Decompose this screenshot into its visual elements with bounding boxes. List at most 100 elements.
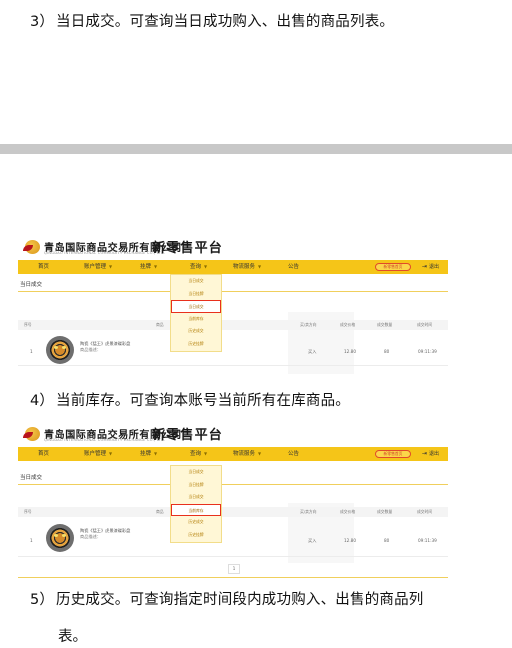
col-price: 成交价格 bbox=[340, 509, 356, 514]
row-index: 1 bbox=[30, 538, 33, 543]
nav-home[interactable]: 首页 bbox=[38, 260, 49, 274]
nav-notice[interactable]: 公告 bbox=[288, 447, 299, 461]
chevron-down-icon: ▼ bbox=[109, 451, 113, 456]
nav-listing-label: 挂牌 bbox=[140, 451, 152, 457]
col-seq: 序号 bbox=[24, 322, 32, 327]
menu-item-history-listings[interactable]: 历史挂牌 bbox=[171, 338, 221, 351]
nav-listing[interactable]: 挂牌 ▼ bbox=[140, 447, 157, 461]
paragraph-number: 5） bbox=[30, 592, 55, 608]
col-product: 商品 bbox=[156, 509, 164, 514]
company-logo-icon bbox=[23, 426, 41, 442]
col-qty: 成交数量 bbox=[377, 322, 393, 327]
trade-time: 09:11:39 bbox=[418, 349, 437, 354]
menu-item-today-listings[interactable]: 当日挂牌 bbox=[171, 479, 221, 492]
paragraph-4: 4） 当前库存。可查询本账号当前所有在库商品。 bbox=[30, 389, 350, 410]
trade-price: 12.80 bbox=[344, 349, 356, 354]
table-header: 序号 商品 买/卖方向 成交价格 成交数量 成交时间 bbox=[18, 320, 448, 330]
nav-account[interactable]: 账户管理 ▼ bbox=[84, 447, 112, 461]
nav-query[interactable]: 查询 ▼ bbox=[190, 447, 207, 461]
page-title: 当日成交 bbox=[20, 282, 43, 288]
nav-query-label: 查询 bbox=[190, 451, 202, 457]
logout-button[interactable]: ⇥ 退出 bbox=[422, 260, 439, 274]
company-name-en: QINGDAO INTERNATIONAL COMMODITY EXCHANGE… bbox=[44, 251, 166, 255]
company-logo-icon bbox=[23, 239, 41, 255]
screenshot-today-trades: 青岛国际商品交易所有限公司 QINGDAO INTERNATIONAL COMM… bbox=[18, 234, 448, 374]
retail-home-button[interactable]: 新零售首页 bbox=[375, 450, 411, 458]
chevron-down-icon: ▼ bbox=[204, 264, 208, 269]
menu-item-current-stock[interactable]: 当前库存 bbox=[171, 313, 221, 326]
logout-door-icon: ⇥ bbox=[422, 450, 428, 457]
col-qty: 成交数量 bbox=[377, 509, 393, 514]
platform-name: 新零售平台 bbox=[152, 428, 224, 443]
col-time: 成交时间 bbox=[417, 509, 433, 514]
main-nav: 首页 账户管理 ▼ 挂牌 ▼ 查询 ▼ 物流服务 ▼ 公告 新零售首页 ⇥ 退出 bbox=[18, 447, 448, 461]
nav-logistics-label: 物流服务 bbox=[233, 264, 256, 270]
col-seq: 序号 bbox=[24, 509, 32, 514]
site-header: 青岛国际商品交易所有限公司 QINGDAO INTERNATIONAL COMM… bbox=[18, 234, 448, 260]
menu-item-history-listings[interactable]: 历史挂牌 bbox=[171, 529, 221, 542]
heading-divider bbox=[18, 291, 448, 292]
table-row[interactable]: 1 陶瓷《猛王》虎景漆碟彩盘 商品描述： 买入 12.80 80 09:11:3… bbox=[18, 521, 448, 557]
col-price: 成交价格 bbox=[340, 322, 356, 327]
menu-item-current-stock-selected[interactable]: 当前库存 bbox=[171, 503, 221, 517]
menu-item-today-listings[interactable]: 当日挂牌 bbox=[171, 288, 221, 301]
chevron-down-icon: ▼ bbox=[154, 264, 158, 269]
menu-item-today-trades-2[interactable]: 当日成交 bbox=[171, 491, 221, 504]
nav-query[interactable]: 查询 ▼ bbox=[190, 260, 207, 274]
paragraph-text: 历史成交。可查询指定时间段内成功购入、出售的商品列 bbox=[56, 592, 424, 608]
nav-logistics[interactable]: 物流服务 ▼ bbox=[233, 447, 261, 461]
nav-listing-label: 挂牌 bbox=[140, 264, 152, 270]
paragraph-5: 5） 历史成交。可查询指定时间段内成功购入、出售的商品列 bbox=[30, 588, 424, 609]
bottom-divider bbox=[18, 577, 448, 578]
nav-logistics-label: 物流服务 bbox=[233, 451, 256, 457]
company-name-en: QINGDAO INTERNATIONAL COMMODITY EXCHANGE… bbox=[44, 438, 166, 442]
trade-price: 12.80 bbox=[344, 538, 356, 543]
trade-time: 09:11:39 bbox=[418, 538, 437, 543]
paragraph-number: 3） bbox=[30, 14, 55, 30]
product-thumbnail bbox=[46, 524, 74, 552]
product-desc: 商品描述： bbox=[80, 347, 101, 352]
pagination-page[interactable]: 1 bbox=[228, 564, 240, 574]
nav-account-label: 账户管理 bbox=[84, 264, 107, 270]
chevron-down-icon: ▼ bbox=[258, 451, 262, 456]
nav-query-label: 查询 bbox=[190, 264, 202, 270]
chevron-down-icon: ▼ bbox=[109, 264, 113, 269]
col-direction: 买/卖方向 bbox=[300, 509, 317, 514]
paragraph-text: 当前库存。可查询本账号当前所有在库商品。 bbox=[56, 393, 350, 409]
row-index: 1 bbox=[30, 349, 33, 354]
menu-item-today-trades-selected[interactable]: 当日成交 bbox=[171, 300, 221, 313]
nav-account[interactable]: 账户管理 ▼ bbox=[84, 260, 112, 274]
menu-item-today-trades[interactable]: 当日成交 bbox=[171, 466, 221, 479]
paragraph-5-continuation: 表。 bbox=[58, 629, 87, 645]
col-direction: 买/卖方向 bbox=[300, 322, 317, 327]
nav-home[interactable]: 首页 bbox=[38, 447, 49, 461]
nav-notice[interactable]: 公告 bbox=[288, 260, 299, 274]
logout-door-icon: ⇥ bbox=[422, 263, 428, 270]
nav-logistics[interactable]: 物流服务 ▼ bbox=[233, 260, 261, 274]
chevron-down-icon: ▼ bbox=[258, 264, 262, 269]
main-nav: 首页 账户管理 ▼ 挂牌 ▼ 查询 ▼ 物流服务 ▼ 公告 新零售首页 ⇥ 退出 bbox=[18, 260, 448, 274]
table-header: 序号 商品 买/卖方向 成交价格 成交数量 成交时间 bbox=[18, 507, 448, 517]
paragraph-text: 当日成交。可查询当日成功购入、出售的商品列表。 bbox=[56, 14, 395, 30]
menu-item-history-trades[interactable]: 历史成交 bbox=[171, 325, 221, 338]
menu-item-history-trades[interactable]: 历史成交 bbox=[171, 516, 221, 529]
nav-listing[interactable]: 挂牌 ▼ bbox=[140, 260, 157, 274]
chevron-down-icon: ▼ bbox=[204, 451, 208, 456]
retail-home-button[interactable]: 新零售首页 bbox=[375, 263, 411, 271]
col-time: 成交时间 bbox=[417, 322, 433, 327]
query-dropdown-menu: 当日成交 当日挂牌 当日成交 当前库存 历史成交 历史挂牌 bbox=[170, 274, 222, 352]
paragraph-3: 3） 当日成交。可查询当日成功购入、出售的商品列表。 bbox=[30, 10, 394, 31]
query-dropdown-menu: 当日成交 当日挂牌 当日成交 当前库存 历史成交 历史挂牌 bbox=[170, 465, 222, 543]
table-row[interactable]: 1 陶瓷《猛王》虎景漆碟彩盘 商品描述： 买入 12.80 80 09:11:3… bbox=[18, 334, 448, 366]
menu-item-today-trades[interactable]: 当日成交 bbox=[171, 275, 221, 288]
product-desc: 商品描述： bbox=[80, 534, 101, 539]
site-header: 青岛国际商品交易所有限公司 QINGDAO INTERNATIONAL COMM… bbox=[18, 421, 448, 447]
paragraph-number: 4） bbox=[30, 393, 55, 409]
heading-divider bbox=[18, 484, 448, 485]
logout-button[interactable]: ⇥ 退出 bbox=[422, 447, 439, 461]
trade-qty: 80 bbox=[384, 538, 390, 543]
page-title: 当日成交 bbox=[20, 475, 43, 481]
product-thumbnail bbox=[46, 336, 74, 364]
col-product: 商品 bbox=[156, 322, 164, 327]
platform-name: 新零售平台 bbox=[152, 241, 224, 256]
